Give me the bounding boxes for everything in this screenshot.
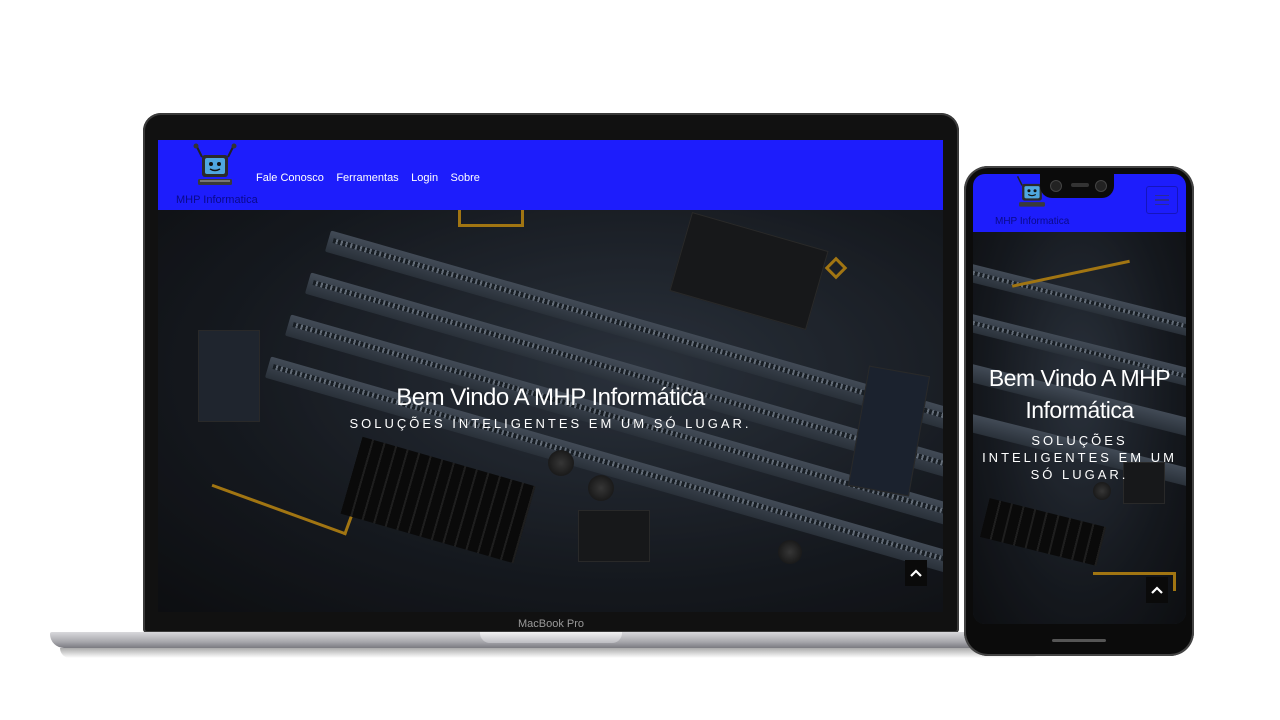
nav-link-fale-conosco[interactable]: Fale Conosco [256,172,324,184]
phone-camera [1050,180,1062,192]
nav-link-sobre[interactable]: Sobre [451,172,480,184]
chevron-up-icon [1151,586,1163,594]
mobile-hero-section: Bem Vindo A MHP Informática Soluções int… [973,232,1186,624]
chevron-up-icon [910,569,922,577]
nav-menu: Fale Conosco Ferramentas Login Sobre [256,168,488,186]
back-to-top-button[interactable] [1146,577,1168,603]
laptop-notch [480,632,622,643]
computer-robot-icon[interactable] [190,143,240,191]
laptop-model-label: MacBook Pro [517,618,585,630]
brand-name[interactable]: MHP Informatica [176,194,258,206]
phone-speaker [1071,183,1089,187]
back-to-top-button[interactable] [905,560,927,586]
hero-title: Bem Vindo A MHP Informática [396,384,705,411]
brand-name[interactable]: MHP Informatica [995,216,1069,227]
hamburger-menu-button[interactable] [1146,186,1178,214]
hero-title: Bem Vindo A MHP Informática [988,365,1171,423]
site-navbar: MHP Informatica Fale Conosco Ferramentas… [158,140,943,210]
hamburger-menu-icon [1155,194,1169,197]
hero-subtitle: Soluções inteligentes em um só lugar. [982,433,1177,482]
hero-text: Bem Vindo A MHP Informática Soluções int… [973,362,1186,483]
nav-link-login[interactable]: Login [411,172,438,184]
laptop-shadow [60,648,1040,658]
phone-home-indicator [1052,639,1106,642]
hero-section: Bem Vindo A MHP Informática Soluções int… [158,210,943,612]
laptop-screen: MHP Informatica Fale Conosco Ferramentas… [158,140,943,612]
phone-screen: MHP Informatica Bem Vindo A MHP Informát… [973,174,1186,624]
hero-subtitle: Soluções inteligentes em um só lugar. [349,416,752,431]
phone-camera [1095,180,1107,192]
hero-text: Bem Vindo A MHP Informática Soluções int… [158,384,943,431]
nav-link-ferramentas[interactable]: Ferramentas [336,172,398,184]
